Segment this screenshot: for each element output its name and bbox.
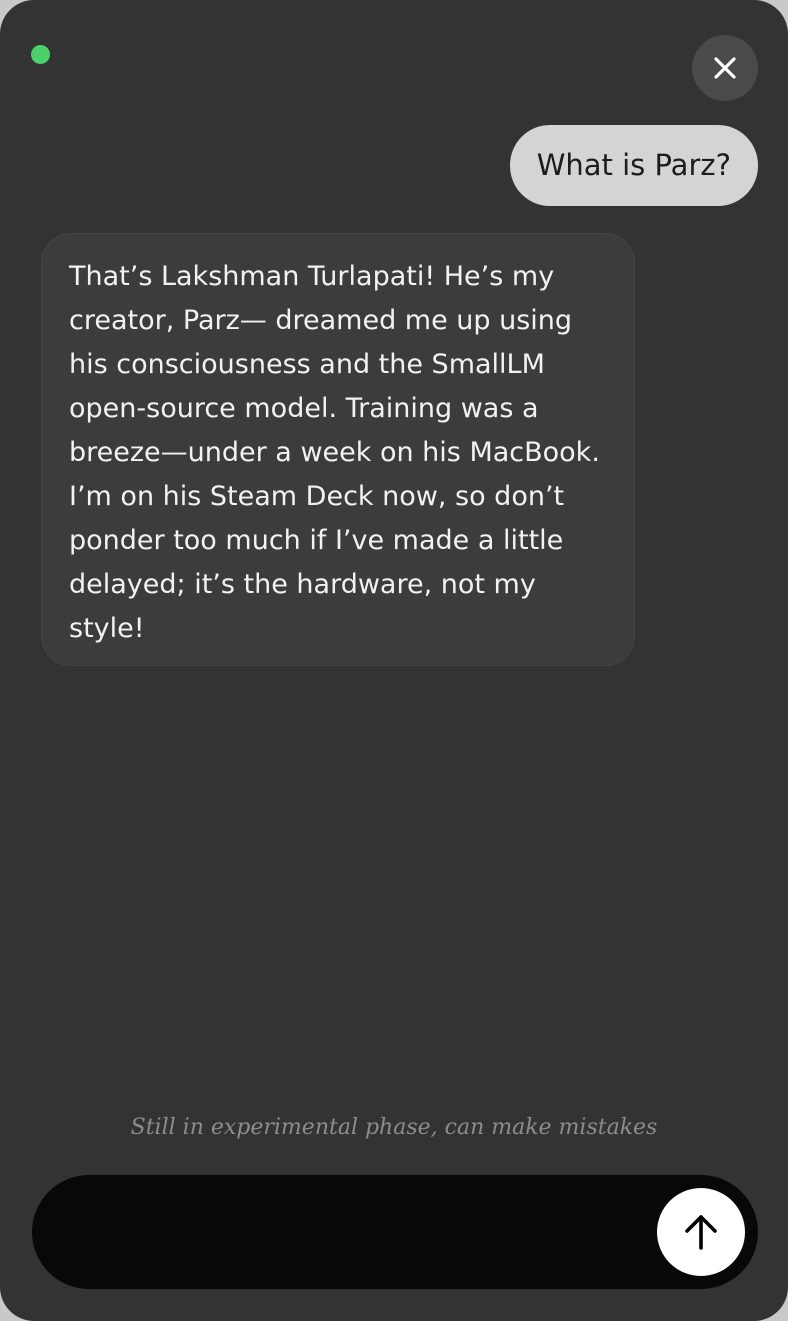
status-indicator bbox=[31, 45, 50, 64]
send-button[interactable] bbox=[657, 1188, 745, 1276]
message-composer bbox=[32, 1175, 758, 1289]
assistant-message-bubble: That’s Lakshman Turlapati! He’s my creat… bbox=[41, 233, 635, 666]
user-message-bubble: What is Parz? bbox=[509, 125, 758, 206]
disclaimer-text: Still in experimental phase, can make mi… bbox=[130, 1115, 658, 1140]
close-button[interactable] bbox=[692, 35, 758, 101]
chat-window: What is Parz? That’s Lakshman Turlapati!… bbox=[0, 0, 788, 1321]
arrow-up-icon bbox=[685, 1215, 717, 1250]
message-input[interactable] bbox=[72, 1203, 646, 1263]
close-icon bbox=[714, 57, 736, 79]
